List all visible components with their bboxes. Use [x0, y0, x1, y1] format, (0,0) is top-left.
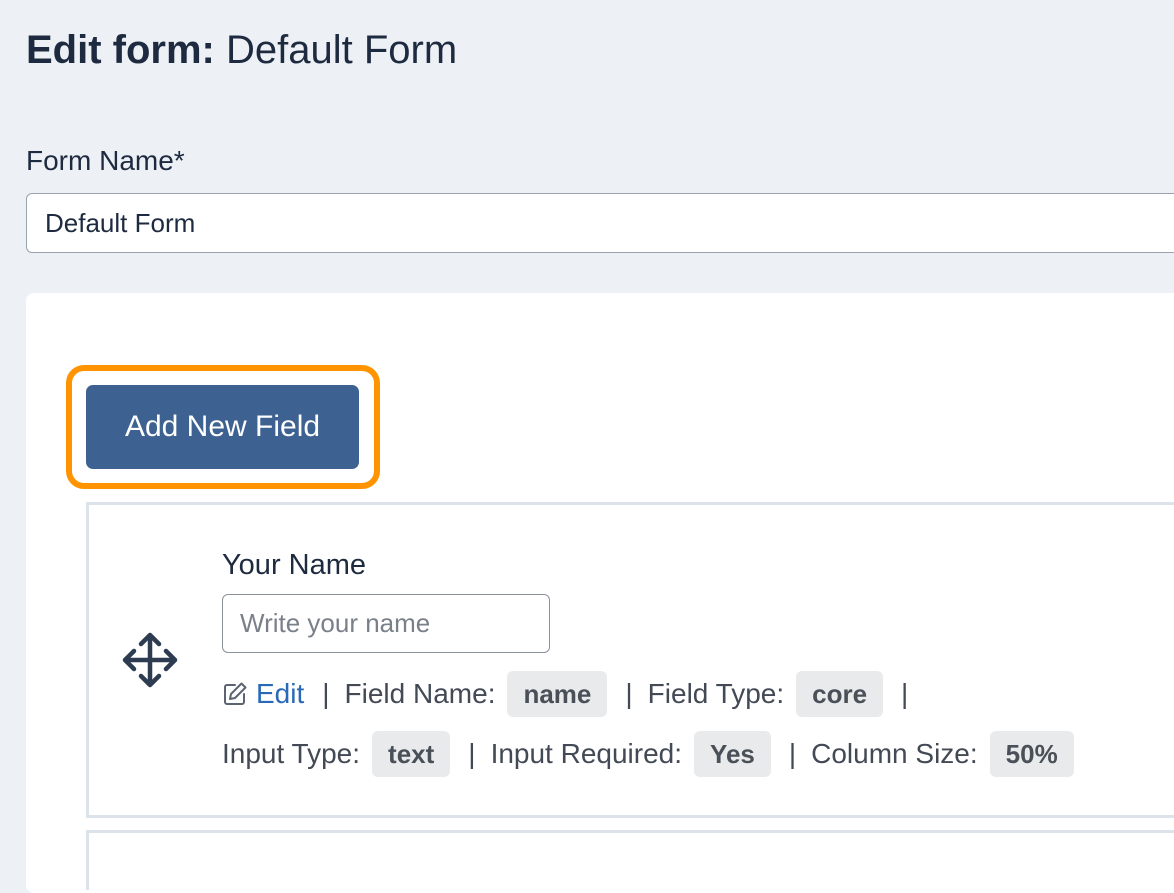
edit-link-label: Edit — [256, 678, 305, 709]
column-size-label: Column Size: — [811, 738, 978, 769]
separator: | — [468, 738, 476, 769]
input-type-label: Input Type: — [222, 738, 361, 769]
field-type-badge: core — [796, 671, 884, 717]
separator: | — [901, 678, 909, 709]
input-type-badge: text — [372, 731, 451, 777]
field-name-label: Field Name: — [344, 678, 496, 709]
field-type-label: Field Type: — [647, 678, 785, 709]
field-name-badge: name — [507, 671, 608, 717]
pencil-square-icon — [224, 682, 247, 705]
separator: | — [625, 678, 633, 709]
page-title-label: Edit form: — [26, 28, 215, 72]
field-meta-row-1: Edit | Field Name: name | Field Type: co… — [222, 670, 923, 718]
form-name-input[interactable] — [26, 193, 1174, 253]
form-name-label: Form Name* — [26, 145, 185, 176]
move-arrows-icon[interactable] — [120, 630, 180, 690]
field-card-next — [86, 830, 1174, 890]
page-title: Edit form: Default Form — [26, 26, 457, 74]
column-size-badge: 50% — [989, 731, 1074, 777]
page-title-form-name: Default Form — [226, 28, 458, 72]
separator: | — [788, 738, 797, 769]
add-new-field-button[interactable]: Add New Field — [86, 385, 359, 469]
field-meta-row-2: Input Type: text | Input Required: Yes |… — [222, 730, 1074, 778]
separator: | — [322, 678, 330, 709]
field-label: Your Name — [222, 549, 367, 581]
edit-field-link[interactable]: Edit — [222, 678, 304, 710]
input-required-label: Input Required: — [490, 738, 683, 769]
input-required-badge: Yes — [694, 731, 771, 777]
field-preview-input[interactable] — [222, 594, 550, 653]
